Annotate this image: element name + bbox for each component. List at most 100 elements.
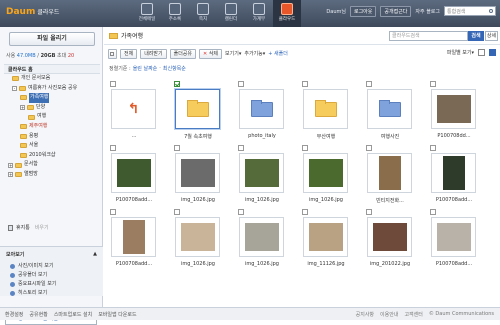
collapse-icon[interactable]: ▲: [93, 251, 97, 258]
tree-item[interactable]: + 앨범방: [4, 170, 100, 180]
item-caption[interactable]: ...: [106, 133, 162, 139]
item-thumbnail[interactable]: [175, 89, 220, 129]
download-button[interactable]: 내려받기: [140, 48, 167, 59]
app-calendar[interactable]: 캘린더: [217, 0, 245, 27]
item-caption[interactable]: 빈티지전화...: [362, 197, 418, 204]
file-item[interactable]: img_1026.jpg: [170, 209, 222, 267]
footer-right-link[interactable]: 이용안내: [380, 311, 398, 318]
tree-item[interactable]: 가족여행: [4, 93, 100, 103]
delete-button[interactable]: ✕ 삭제: [199, 48, 223, 59]
item-thumbnail[interactable]: [239, 89, 284, 129]
app-address-book[interactable]: 주소록: [161, 0, 189, 27]
moa-item[interactable]: 중요표시파일 보기: [0, 280, 103, 289]
item-thumbnail[interactable]: [239, 217, 284, 257]
file-item[interactable]: ↰...: [106, 81, 158, 139]
item-caption[interactable]: img_1026.jpg: [234, 197, 290, 203]
item-thumbnail[interactable]: [367, 153, 412, 193]
item-checkbox[interactable]: [174, 209, 180, 215]
item-checkbox[interactable]: [302, 81, 308, 87]
file-item[interactable]: P100708add...: [106, 145, 158, 203]
tree-item[interactable]: - 여름휴가 사진모음 공유: [4, 84, 100, 94]
item-caption[interactable]: 여행사진: [362, 133, 418, 140]
tree-toggle-icon[interactable]: +: [8, 162, 13, 168]
item-checkbox[interactable]: [174, 145, 180, 151]
item-thumbnail[interactable]: [303, 153, 348, 193]
moa-item[interactable]: 히스토리 보기: [0, 289, 103, 298]
shared-pc-button[interactable]: 공개접근다: [380, 6, 412, 17]
file-item[interactable]: P100708add...: [426, 209, 478, 267]
top-search-input[interactable]: 통합검색: [444, 6, 496, 16]
app-household-ledger[interactable]: 가계부: [245, 0, 273, 27]
file-item[interactable]: photo_italy: [234, 81, 286, 139]
logout-button[interactable]: 로그아웃: [349, 6, 377, 17]
item-checkbox[interactable]: [238, 145, 244, 151]
file-item[interactable]: img_1026.jpg: [298, 145, 350, 203]
file-item[interactable]: 빈티지전화...: [362, 145, 414, 204]
tree-toggle-icon[interactable]: -: [12, 85, 17, 91]
item-thumbnail[interactable]: [431, 89, 476, 129]
item-thumbnail[interactable]: [431, 153, 476, 193]
list-view-icon[interactable]: [478, 49, 485, 56]
item-checkbox[interactable]: [366, 145, 372, 151]
thumbnail-view-icon[interactable]: [489, 49, 496, 56]
item-checkbox[interactable]: [302, 209, 308, 215]
sort-order[interactable]: 최신항목순: [163, 65, 186, 72]
item-caption[interactable]: 7월 속초여행: [170, 133, 226, 140]
item-caption[interactable]: img_201022.jpg: [362, 261, 418, 267]
item-checkbox[interactable]: [430, 209, 436, 215]
item-checkbox[interactable]: [366, 209, 372, 215]
detail-search-button[interactable]: 상세: [485, 31, 498, 41]
empty-trash-link[interactable]: 비우기: [35, 224, 49, 231]
item-thumbnail[interactable]: [175, 153, 220, 193]
item-caption[interactable]: P100708add...: [106, 261, 162, 267]
item-thumbnail[interactable]: [303, 89, 348, 129]
search-icon[interactable]: [489, 9, 493, 13]
moa-item[interactable]: 공유폴더 보기: [0, 271, 103, 280]
file-item[interactable]: img_11126.jpg: [298, 209, 350, 267]
file-item[interactable]: img_1026.jpg: [234, 209, 286, 267]
tree-item[interactable]: 용평: [4, 132, 100, 142]
footer-link[interactable]: 스마트업로드 설치: [54, 311, 92, 318]
tree-toggle-icon[interactable]: +: [20, 105, 25, 111]
new-folder-button[interactable]: + 새폴더: [268, 50, 288, 57]
file-view-menu[interactable]: 파일별 보기▾: [447, 49, 474, 56]
tree-item[interactable]: 개인 문서모음: [4, 74, 100, 84]
item-checkbox[interactable]: [366, 81, 372, 87]
app-message[interactable]: 쪽지: [189, 0, 217, 27]
tree-toggle-icon[interactable]: +: [8, 172, 13, 178]
fav-blog-link[interactable]: 자주 블로그: [415, 8, 440, 15]
file-item[interactable]: P100708dd...: [426, 81, 478, 139]
sort-by-date[interactable]: 올린 날짜순: [133, 65, 158, 72]
app-mail[interactable]: 전체메일: [133, 0, 161, 27]
daum-cloud-logo[interactable]: Daum 클라우드: [6, 7, 59, 17]
item-thumbnail[interactable]: [111, 217, 156, 257]
item-checkbox[interactable]: [110, 81, 116, 87]
upload-file-button[interactable]: 파일 올리기: [9, 32, 95, 46]
tree-item[interactable]: + 문서함: [4, 160, 100, 170]
item-thumbnail[interactable]: [431, 217, 476, 257]
item-checkbox[interactable]: [174, 81, 180, 87]
footer-right-link[interactable]: 고객센터: [404, 311, 422, 318]
share-folder-button[interactable]: 폴더공유: [169, 48, 197, 59]
tree-item[interactable]: + 단양: [4, 103, 100, 113]
item-checkbox[interactable]: [430, 81, 436, 87]
item-thumbnail[interactable]: [303, 217, 348, 257]
view-mode-menu[interactable]: 보기기▾: [225, 50, 241, 57]
app-cloud[interactable]: 클라우드: [273, 0, 301, 27]
footer-link[interactable]: 환경설정: [5, 311, 23, 318]
item-caption[interactable]: photo_italy: [234, 133, 290, 139]
item-caption[interactable]: img_1026.jpg: [170, 261, 226, 267]
item-caption[interactable]: img_1026.jpg: [298, 197, 354, 203]
file-item[interactable]: img_1026.jpg: [234, 145, 286, 203]
file-item[interactable]: P100708add...: [106, 209, 158, 267]
item-caption[interactable]: 부산여행: [298, 133, 354, 140]
tree-item[interactable]: 여행: [4, 112, 100, 122]
tree-item[interactable]: 2010워크샵: [4, 151, 100, 161]
user-name[interactable]: Daum님: [326, 8, 346, 15]
item-thumbnail[interactable]: [367, 89, 412, 129]
add-function-menu[interactable]: 추가기능▾: [244, 50, 265, 57]
item-checkbox[interactable]: [110, 145, 116, 151]
item-caption[interactable]: P100708dd...: [426, 133, 482, 139]
item-thumbnail[interactable]: ↰: [111, 89, 156, 129]
file-item[interactable]: img_1026.jpg: [170, 145, 222, 203]
